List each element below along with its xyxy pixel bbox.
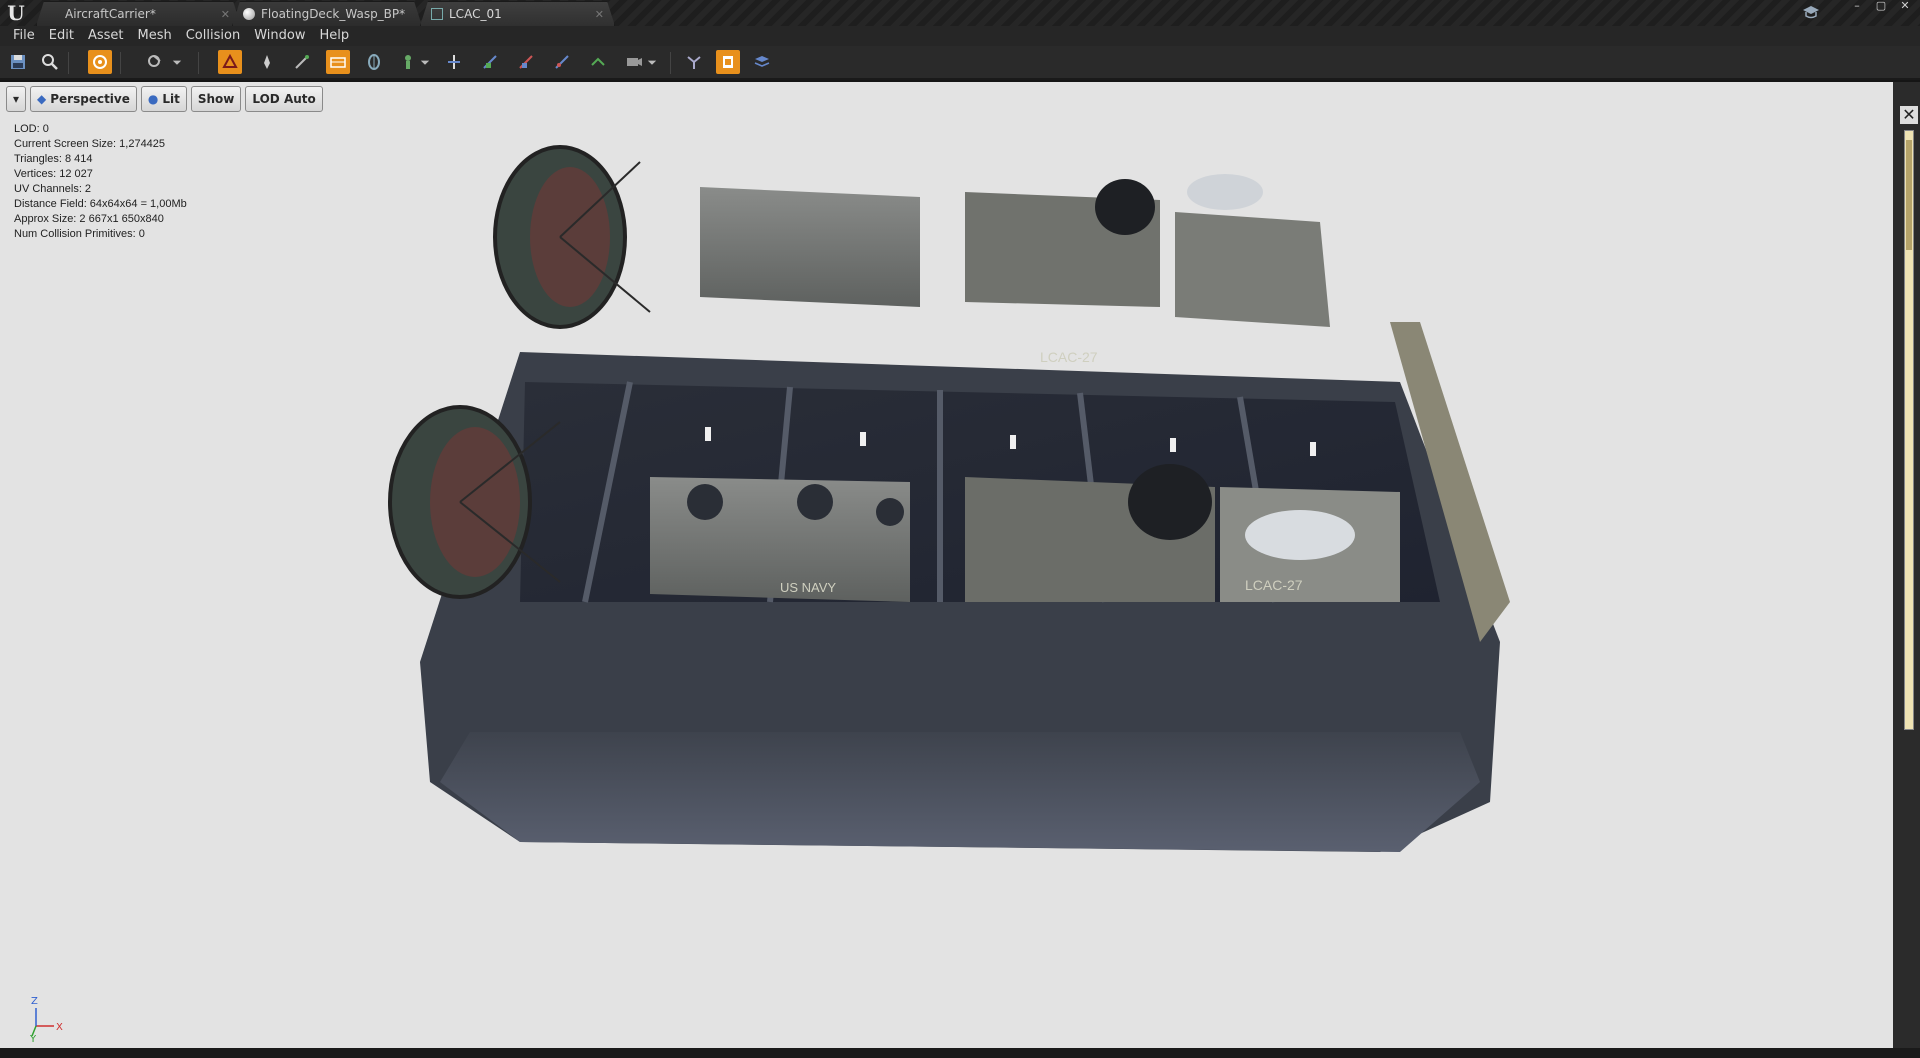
- hull-marking-navy: US NAVY: [780, 580, 836, 595]
- chevron-down-icon[interactable]: [170, 50, 184, 74]
- sockets-icon[interactable]: [143, 50, 167, 74]
- learn-icon[interactable]: [1802, 4, 1820, 20]
- unreal-logo-icon[interactable]: U: [4, 2, 28, 24]
- axis-x-label: X: [56, 1022, 63, 1033]
- close-button[interactable]: ✕: [1894, 0, 1916, 14]
- minimize-button[interactable]: –: [1846, 0, 1868, 14]
- tab-close-icon[interactable]: ✕: [595, 2, 604, 27]
- mesh-viewport[interactable]: ▾ ◆ Perspective ● Lit Show LOD Auto LOD: 0…: [0, 82, 1893, 1048]
- menu-collision[interactable]: Collision: [179, 26, 247, 46]
- axis-y-label: Y: [29, 1034, 37, 1042]
- panel-scrollbar-thumb[interactable]: [1906, 140, 1912, 250]
- reimport-icon[interactable]: [88, 50, 112, 74]
- menu-mesh[interactable]: Mesh: [131, 26, 179, 46]
- tab-lcac-01[interactable]: LCAC_01 ✕: [420, 1, 615, 26]
- menu-help[interactable]: Help: [312, 26, 356, 46]
- wireframe-icon[interactable]: [218, 50, 242, 74]
- uv-icon[interactable]: [550, 50, 574, 74]
- chevron-down-icon[interactable]: [418, 50, 432, 74]
- bounds-icon[interactable]: [326, 50, 350, 74]
- vertex-color-icon[interactable]: [255, 50, 279, 74]
- additional-data-icon[interactable]: [586, 50, 610, 74]
- collision-icon[interactable]: [362, 50, 386, 74]
- maximize-button[interactable]: ▢: [1870, 0, 1892, 14]
- sphere-icon: [243, 8, 255, 20]
- menu-edit[interactable]: Edit: [42, 26, 81, 46]
- binormals-icon[interactable]: [514, 50, 538, 74]
- hovercraft-mesh: LCAC-27 LCAC-27 US NAVY: [388, 145, 1510, 852]
- hull-marking-top: LCAC-27: [1040, 349, 1098, 365]
- static-mesh-icon: [431, 8, 443, 20]
- pivot-icon[interactable]: [396, 50, 420, 74]
- panel-close-icon[interactable]: ✕: [1900, 106, 1918, 124]
- save-icon[interactable]: [6, 50, 30, 74]
- menu-asset[interactable]: Asset: [81, 26, 131, 46]
- chevron-down-icon[interactable]: [645, 50, 659, 74]
- layers-icon[interactable]: [716, 50, 740, 74]
- title-bar: U AircraftCarrier* ✕ FloatingDeck_Wasp_B…: [0, 0, 1920, 26]
- axis-gizmo: Z X Y: [29, 996, 63, 1042]
- menu-window[interactable]: Window: [247, 26, 312, 46]
- browse-icon[interactable]: [38, 50, 62, 74]
- menu-bar: File Edit Asset Mesh Collision Window He…: [0, 26, 1920, 46]
- axis-z-label: Z: [31, 996, 38, 1007]
- main-toolbar: [0, 46, 1920, 80]
- stack-icon[interactable]: [750, 50, 774, 74]
- blueprint-icon: [47, 8, 59, 20]
- normals-icon[interactable]: [442, 50, 466, 74]
- menu-file[interactable]: File: [6, 26, 42, 46]
- tab-aircraft-carrier[interactable]: AircraftCarrier* ✕: [36, 1, 241, 26]
- tangents-icon[interactable]: [478, 50, 502, 74]
- lod-icon[interactable]: [682, 50, 706, 74]
- grid-icon[interactable]: [290, 50, 314, 74]
- status-bar: [0, 1048, 1920, 1058]
- camera-icon[interactable]: [622, 50, 646, 74]
- tab-floating-deck[interactable]: FloatingDeck_Wasp_BP*: [232, 1, 422, 26]
- tab-close-icon[interactable]: ✕: [221, 2, 230, 27]
- hull-marking-front: LCAC-27: [1245, 577, 1303, 593]
